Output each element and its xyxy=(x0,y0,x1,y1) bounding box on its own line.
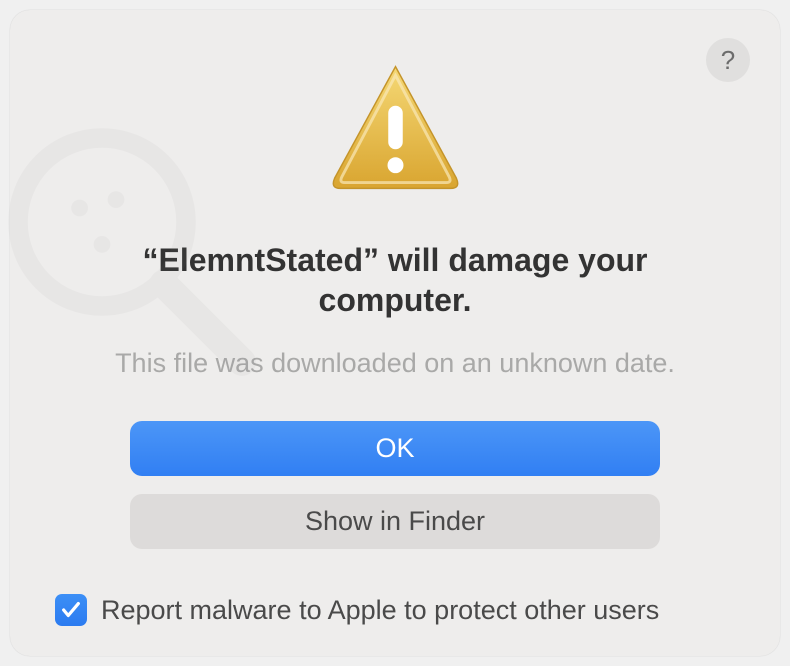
checkmark-icon xyxy=(60,599,82,621)
help-button[interactable]: ? xyxy=(706,38,750,82)
report-malware-checkbox[interactable] xyxy=(55,594,87,626)
report-malware-label: Report malware to Apple to protect other… xyxy=(101,595,659,626)
alert-dialog: ? “ElemntStated” will damage your comput… xyxy=(10,10,780,656)
warning-icon xyxy=(323,55,468,205)
alert-title: “ElemntStated” will damage your computer… xyxy=(95,240,695,320)
report-malware-row: Report malware to Apple to protect other… xyxy=(55,594,659,626)
ok-button[interactable]: OK xyxy=(130,421,660,476)
show-in-finder-label: Show in Finder xyxy=(305,506,485,537)
help-icon: ? xyxy=(721,45,735,76)
button-group: OK Show in Finder xyxy=(130,421,660,549)
ok-button-label: OK xyxy=(375,433,414,464)
alert-subtitle: This file was downloaded on an unknown d… xyxy=(115,348,675,379)
show-in-finder-button[interactable]: Show in Finder xyxy=(130,494,660,549)
